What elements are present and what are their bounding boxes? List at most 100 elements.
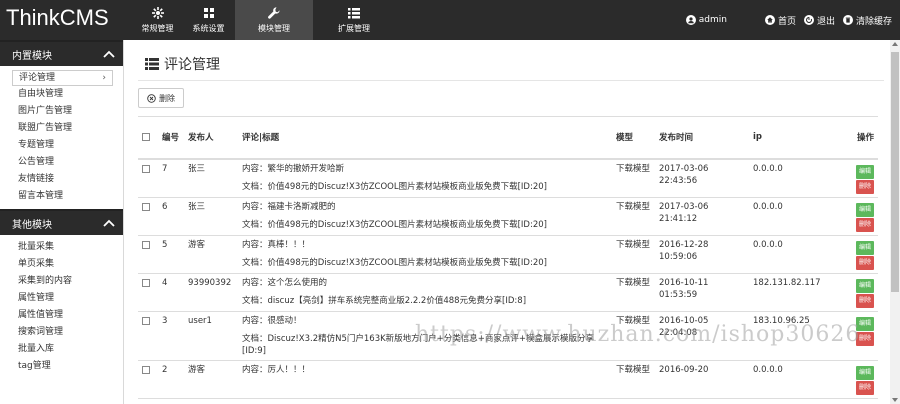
cell-id: 4	[158, 273, 184, 312]
scroll-up-arrow-icon[interactable]	[892, 42, 898, 46]
row-actions: 编辑 删除	[848, 364, 874, 395]
table-row: 4 93990392 内容：这个怎么使用的 文档：discuz【亮剑】拼车系统完整商业…	[138, 273, 878, 312]
cell-content: 内容：这个怎么使用的	[242, 277, 328, 288]
row-checkbox[interactable]	[142, 202, 150, 211]
cell-author: 张三	[184, 158, 238, 198]
sidebar-item-collected[interactable]: 采集到的内容	[0, 273, 123, 290]
row-checkbox[interactable]	[142, 278, 150, 287]
row-delete-button[interactable]: 删除	[855, 293, 874, 308]
cell-document: 文档：价值498元的Discuz!X3仿ZCOOL图片素材站模板商业版免费下载[…	[242, 257, 547, 268]
row-delete-button[interactable]: 删除	[855, 331, 874, 346]
cell-document: 文档：Discuz!X3.2精仿N5门户163K新版地方门户+分类信息+商家点评…	[242, 333, 595, 356]
table-header-row: 编号 发布人 评论|标题 模型 发布时间 ip 操作	[138, 116, 878, 160]
clear-cache-link[interactable]: 清除缓存	[842, 14, 892, 27]
edit-button[interactable]: 编辑	[855, 365, 874, 380]
row-delete-button[interactable]: 删除	[855, 380, 874, 395]
nav-modules[interactable]: 模块管理	[235, 0, 313, 40]
table-row: 7 张三 内容：繁华的撤娇开发哈斯 文档：价值498元的Discuz!X3仿ZCOOL…	[138, 158, 878, 198]
cell-author: user1	[184, 311, 238, 361]
sidebar-item-comments[interactable]: 评论管理 ›	[12, 70, 113, 86]
table-row: 3 user1 内容：很感动！ 文档：Discuz!X3.2精仿N5门户163K新版地…	[138, 311, 878, 361]
admin-user[interactable]: admin	[685, 15, 727, 25]
edit-button[interactable]: 编辑	[855, 240, 874, 255]
scrollbar-thumb[interactable]	[891, 52, 899, 292]
delete-button[interactable]: 删除	[138, 88, 184, 108]
cell-date: 2016-09-20	[659, 364, 709, 375]
edit-button[interactable]: 编辑	[855, 278, 874, 293]
home-link[interactable]: 首页	[764, 14, 796, 27]
header-op: 操作	[844, 116, 878, 160]
list-icon	[145, 58, 159, 70]
edit-button[interactable]: 编辑	[855, 316, 874, 331]
title-divider	[138, 80, 884, 81]
cell-model: 下载模型	[612, 360, 655, 399]
edit-button[interactable]: 编辑	[855, 164, 874, 179]
cell-date: 2017-03-06	[659, 201, 709, 212]
page-title: 评论管理	[145, 54, 220, 74]
cell-content: 内容：繁华的撤娇开发哈斯	[242, 163, 345, 174]
nav-general[interactable]: 常规管理	[133, 0, 182, 40]
sidebar-item-batch-collect[interactable]: 批量采集	[0, 239, 123, 256]
vertical-scrollbar[interactable]	[890, 40, 900, 404]
row-checkbox[interactable]	[142, 240, 150, 249]
row-checkbox[interactable]	[142, 316, 150, 325]
cell-document: 文档：价值498元的Discuz!X3仿ZCOOL图片素材站模板商业版免费下载[…	[242, 219, 547, 230]
sidebar-item-notices[interactable]: 公告管理	[0, 154, 123, 171]
chevron-up-icon	[103, 50, 115, 58]
sidebar-item-search-words[interactable]: 搜索词管理	[0, 324, 123, 341]
top-bar: ThinkCMS 常规管理 系统设置 模块管理 扩展管理 admin 首页 退出…	[0, 0, 900, 40]
sidebar-group-builtin[interactable]: 内置模块	[0, 40, 123, 66]
table-row: 6 张三 内容：福建卡洛斯减肥的 文档：价值498元的Discuz!X3仿ZCOOL图…	[138, 197, 878, 236]
user-icon	[685, 15, 696, 25]
sidebar-item-guestbook[interactable]: 留言本管理	[0, 188, 123, 205]
row-delete-button[interactable]: 删除	[855, 217, 874, 232]
list-icon	[348, 8, 360, 19]
logout-link[interactable]: 退出	[803, 14, 835, 27]
row-delete-button[interactable]: 删除	[855, 179, 874, 194]
cog-icon	[151, 7, 164, 19]
cell-clock: 10:59:06	[659, 251, 698, 262]
table-row: 5 游客 内容：真棒！！！ 文档：价值498元的Discuz!X3仿ZCOOL图片素材…	[138, 235, 878, 274]
header-content: 评论|标题	[238, 116, 612, 160]
row-delete-button[interactable]: 删除	[855, 255, 874, 270]
cell-model: 下载模型	[612, 158, 655, 198]
header-id: 编号	[158, 116, 184, 160]
sidebar-item-attributes[interactable]: 属性管理	[0, 290, 123, 307]
cell-ip: 0.0.0.0	[749, 197, 844, 236]
sidebar-item-batch-import[interactable]: 批量入库	[0, 341, 123, 358]
header-time: 发布时间	[655, 116, 749, 160]
cell-content: 内容：福建卡洛斯减肥的	[242, 201, 336, 212]
sidebar-item-attr-values[interactable]: 属性值管理	[0, 307, 123, 324]
chevron-right-icon: ›	[102, 73, 106, 83]
sidebar: 内置模块 评论管理 › 自由块管理 图片广告管理 联盟广告管理 专题管理 公告管理…	[0, 40, 124, 404]
cell-ip: 183.10.96.25	[749, 311, 844, 361]
select-all-checkbox[interactable]	[142, 132, 150, 141]
nav-extensions[interactable]: 扩展管理	[315, 0, 393, 40]
sidebar-item-freeblock[interactable]: 自由块管理	[0, 86, 123, 103]
logout-icon	[803, 15, 814, 25]
row-checkbox[interactable]	[142, 365, 150, 374]
cell-ip: 182.131.82.117	[749, 273, 844, 312]
cell-document: 文档：价值498元的Discuz!X3仿ZCOOL图片素材站模板商业版免费下载[…	[242, 181, 547, 192]
sidebar-item-image-ads[interactable]: 图片广告管理	[0, 103, 123, 120]
sidebar-item-tags[interactable]: tag管理	[0, 358, 123, 375]
nav-system[interactable]: 系统设置	[184, 0, 233, 40]
cell-date: 2016-12-28	[659, 239, 709, 250]
header-author: 发布人	[184, 116, 238, 160]
edit-button[interactable]: 编辑	[855, 202, 874, 217]
comments-table: 编号 发布人 评论|标题 模型 发布时间 ip 操作 7 张三 内容：繁华的撤娇开发…	[138, 116, 878, 399]
sidebar-item-union-ads[interactable]: 联盟广告管理	[0, 120, 123, 137]
sidebar-item-links[interactable]: 友情链接	[0, 171, 123, 188]
close-circle-icon	[147, 93, 156, 103]
sidebar-item-topics[interactable]: 专题管理	[0, 137, 123, 154]
cell-ip: 0.0.0.0	[749, 235, 844, 274]
cell-id: 3	[158, 311, 184, 361]
trash-icon	[842, 15, 853, 25]
row-checkbox[interactable]	[142, 164, 150, 173]
scroll-down-arrow-icon[interactable]	[892, 398, 898, 402]
sidebar-group-other[interactable]: 其他模块	[0, 209, 123, 235]
cell-document: 文档：discuz【亮剑】拼车系统完整商业版2.2.2价值488元免费分享[ID…	[242, 295, 527, 306]
sidebar-item-single-collect[interactable]: 单页采集	[0, 256, 123, 273]
sidebar-list-other: 批量采集 单页采集 采集到的内容 属性管理 属性值管理 搜索词管理 批量入库 t…	[0, 235, 123, 379]
cell-clock: 21:41:12	[659, 213, 698, 224]
